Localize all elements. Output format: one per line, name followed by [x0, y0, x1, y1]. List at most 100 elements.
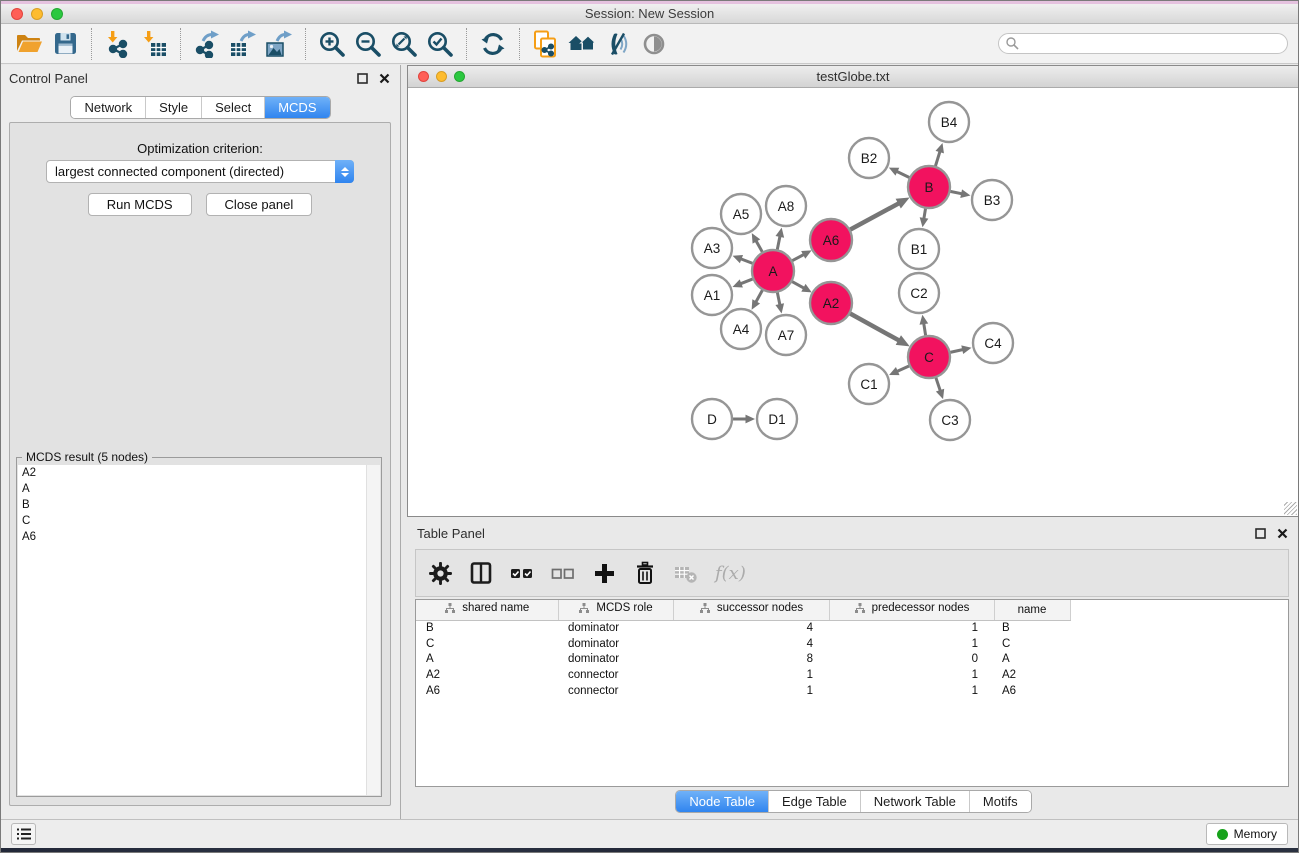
table-tab-edge-table[interactable]: Edge Table — [768, 791, 860, 812]
run-mcds-button[interactable]: Run MCDS — [88, 193, 192, 216]
save-session-button[interactable] — [47, 27, 83, 61]
table-tab-motifs[interactable]: Motifs — [969, 791, 1031, 812]
export-table-button[interactable] — [225, 27, 261, 61]
minimize-window-button[interactable] — [31, 8, 43, 20]
result-item-b[interactable]: B — [18, 497, 380, 513]
tab-select[interactable]: Select — [201, 97, 264, 118]
table-tab-network-table[interactable]: Network Table — [860, 791, 969, 812]
node-B4[interactable]: B4 — [929, 102, 969, 142]
zoom-fit-button[interactable] — [386, 27, 422, 61]
edge-A-A1[interactable] — [740, 279, 753, 284]
apply-layout-button[interactable] — [475, 27, 511, 61]
close-panel-icon[interactable] — [376, 70, 392, 86]
node-C4[interactable]: C4 — [973, 323, 1013, 363]
memory-button[interactable]: Memory — [1206, 823, 1288, 845]
node-D[interactable]: D — [692, 399, 732, 439]
window-resize-grip[interactable] — [1284, 502, 1297, 515]
edge-B-B3[interactable] — [950, 191, 963, 194]
edge-C-C1[interactable] — [897, 366, 910, 372]
edge-A-A2[interactable] — [791, 281, 804, 288]
export-image-button[interactable] — [261, 27, 297, 61]
network-window-titlebar[interactable]: testGlobe.txt — [408, 66, 1298, 88]
table-row[interactable]: A2connector11A2 — [416, 667, 1288, 683]
table-settings-button[interactable] — [426, 559, 454, 587]
birds-eye-view-button[interactable] — [636, 27, 672, 61]
edge-A-A5[interactable] — [756, 241, 763, 253]
node-C3[interactable]: C3 — [930, 400, 970, 440]
tab-style[interactable]: Style — [145, 97, 201, 118]
zoom-selected-button[interactable] — [422, 27, 458, 61]
edge-B-B2[interactable] — [896, 171, 910, 178]
create-column-button[interactable] — [590, 559, 618, 587]
network-zoom-button[interactable] — [454, 71, 465, 82]
open-session-button[interactable] — [11, 27, 47, 61]
column-header-successor-nodes[interactable]: successor nodes — [673, 600, 829, 620]
node-table[interactable]: shared nameMCDS rolesuccessor nodesprede… — [415, 599, 1289, 787]
edge-C-C2[interactable] — [924, 323, 926, 336]
close-window-button[interactable] — [11, 8, 23, 20]
node-A4[interactable]: A4 — [721, 309, 761, 349]
zoom-out-button[interactable] — [350, 27, 386, 61]
float-table-panel-icon[interactable] — [1252, 525, 1268, 541]
node-B2[interactable]: B2 — [849, 138, 889, 178]
export-network-button[interactable] — [189, 27, 225, 61]
result-item-a6[interactable]: A6 — [18, 529, 380, 545]
column-header-mcds-role[interactable]: MCDS role — [558, 600, 673, 620]
edge-A2-C[interactable] — [849, 313, 899, 340]
node-A8[interactable]: A8 — [766, 186, 806, 226]
node-A[interactable]: A — [752, 250, 794, 292]
select-all-rows-button[interactable] — [508, 559, 536, 587]
table-row[interactable]: Cdominator41C — [416, 636, 1288, 652]
float-panel-icon[interactable] — [354, 70, 370, 86]
node-B1[interactable]: B1 — [899, 229, 939, 269]
node-A2[interactable]: A2 — [810, 282, 852, 324]
import-table-button[interactable] — [136, 27, 172, 61]
edge-A-A3[interactable] — [741, 259, 754, 264]
edge-A-A6[interactable] — [792, 254, 805, 261]
tab-mcds[interactable]: MCDS — [264, 97, 329, 118]
node-A6[interactable]: A6 — [810, 219, 852, 261]
home-button[interactable] — [564, 27, 600, 61]
network-close-button[interactable] — [418, 71, 429, 82]
edge-A6-B[interactable] — [849, 203, 899, 230]
edge-A-A7[interactable] — [777, 292, 780, 306]
result-scrollbar[interactable] — [366, 465, 380, 795]
edge-B-B4[interactable] — [935, 151, 940, 167]
edge-A-A8[interactable] — [777, 236, 780, 251]
column-header-name[interactable]: name — [994, 600, 1070, 620]
task-history-button[interactable] — [11, 823, 36, 845]
node-C2[interactable]: C2 — [899, 273, 939, 313]
result-item-a2[interactable]: A2 — [18, 465, 380, 481]
close-table-panel-icon[interactable] — [1274, 525, 1290, 541]
node-C[interactable]: C — [908, 336, 950, 378]
node-B3[interactable]: B3 — [972, 180, 1012, 220]
column-header-shared-name[interactable]: shared name — [416, 600, 558, 620]
node-C1[interactable]: C1 — [849, 364, 889, 404]
zoom-window-button[interactable] — [51, 8, 63, 20]
node-A1[interactable]: A1 — [692, 275, 732, 315]
node-A7[interactable]: A7 — [766, 315, 806, 355]
column-header-predecessor-nodes[interactable]: predecessor nodes — [829, 600, 994, 620]
edge-C-C4[interactable] — [950, 350, 964, 353]
hide-graphics-details-button[interactable] — [600, 27, 636, 61]
network-minimize-button[interactable] — [436, 71, 447, 82]
edge-C-C3[interactable] — [936, 377, 941, 391]
clone-network-button[interactable] — [528, 27, 564, 61]
edge-B-B1[interactable] — [924, 208, 926, 219]
delete-column-button[interactable] — [631, 559, 659, 587]
network-canvas[interactable]: B4B2BB3A8A5A6A3B1AC2A1A2A4A7C4CC1DD1C3 — [408, 88, 1298, 516]
table-row[interactable]: Bdominator41B — [416, 620, 1288, 636]
table-row[interactable]: Adominator80A — [416, 652, 1288, 668]
edge-A-A4[interactable] — [756, 289, 763, 302]
criterion-dropdown[interactable]: largest connected component (directed) — [46, 160, 354, 183]
result-item-a[interactable]: A — [18, 481, 380, 497]
node-D1[interactable]: D1 — [757, 399, 797, 439]
search-box[interactable] — [998, 33, 1288, 54]
table-tab-node-table[interactable]: Node Table — [676, 791, 768, 812]
node-B[interactable]: B — [908, 166, 950, 208]
search-input[interactable] — [1020, 36, 1287, 52]
tab-network[interactable]: Network — [71, 97, 145, 118]
node-A3[interactable]: A3 — [692, 228, 732, 268]
close-panel-button[interactable]: Close panel — [206, 193, 313, 216]
import-network-button[interactable] — [100, 27, 136, 61]
